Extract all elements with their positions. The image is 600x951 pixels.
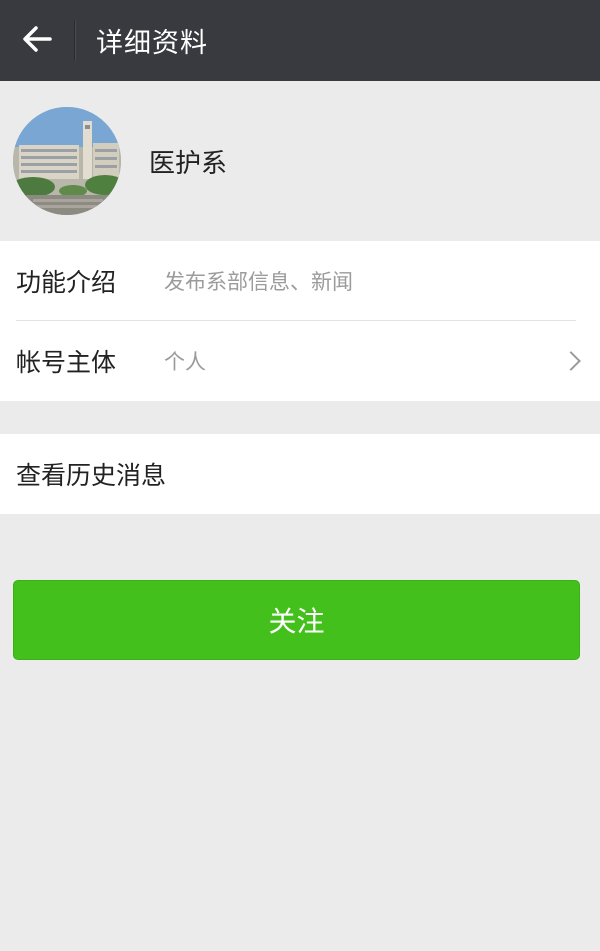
avatar[interactable] — [13, 107, 121, 215]
chevron-right-icon — [561, 351, 581, 371]
view-history-row[interactable]: 查看历史消息 — [0, 434, 600, 514]
account-entity-label: 帐号主体 — [16, 348, 117, 377]
account-entity-value: 个人 — [164, 350, 206, 374]
top-bar: 详细资料 — [0, 0, 600, 81]
view-history-label: 查看历史消息 — [16, 461, 167, 490]
page-title: 详细资料 — [96, 28, 208, 59]
details-card: 功能介绍 发布系部信息、新闻 帐号主体 个人 — [0, 241, 600, 401]
history-card: 查看历史消息 — [0, 434, 600, 514]
account-entity-row[interactable]: 帐号主体 个人 — [0, 321, 600, 401]
function-intro-label: 功能介绍 — [16, 268, 117, 297]
profile-name: 医护系 — [149, 148, 228, 179]
profile-section: 医护系 — [0, 81, 600, 241]
function-intro-row: 功能介绍 发布系部信息、新闻 — [0, 241, 600, 321]
header-divider — [74, 20, 76, 61]
arrow-left-icon — [21, 25, 53, 57]
follow-button[interactable]: 关注 — [13, 580, 580, 660]
function-intro-value: 发布系部信息、新闻 — [164, 270, 353, 294]
back-button[interactable] — [0, 0, 74, 81]
